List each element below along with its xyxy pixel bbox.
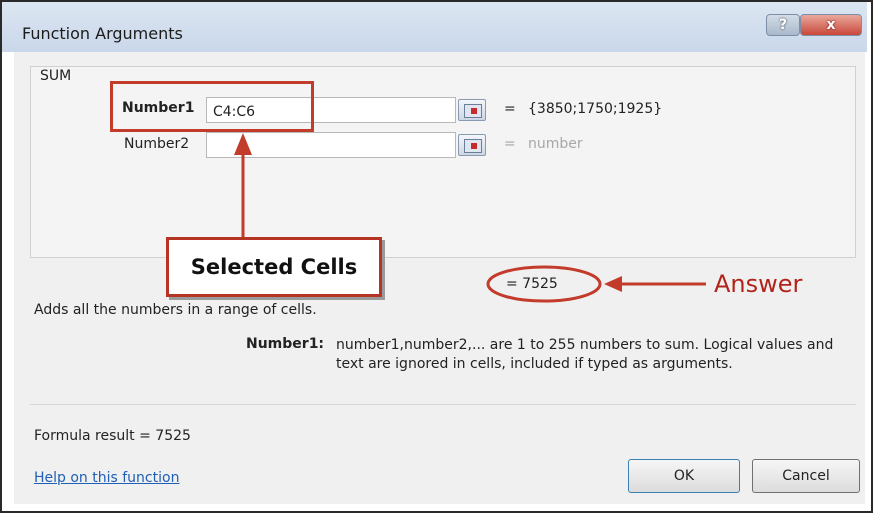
help-on-function-link[interactable]: Help on this function (34, 470, 179, 486)
ok-button[interactable]: OK (628, 459, 740, 493)
function-description: Adds all the numbers in a range of cells… (34, 302, 317, 318)
selected-cells-callout: Selected Cells (166, 237, 382, 297)
cancel-button[interactable]: Cancel (752, 459, 860, 493)
argument-help-text: number1,number2,... are 1 to 255 numbers… (336, 337, 834, 372)
arrow-up-icon (234, 133, 252, 237)
function-result: = 7525 (506, 276, 558, 292)
formula-result: Formula result = 7525 (34, 428, 191, 444)
answer-annotation: Answer (714, 270, 803, 298)
arrow-left-icon (604, 276, 706, 292)
argument-help-name: Number1: (246, 336, 325, 352)
divider (30, 404, 856, 405)
